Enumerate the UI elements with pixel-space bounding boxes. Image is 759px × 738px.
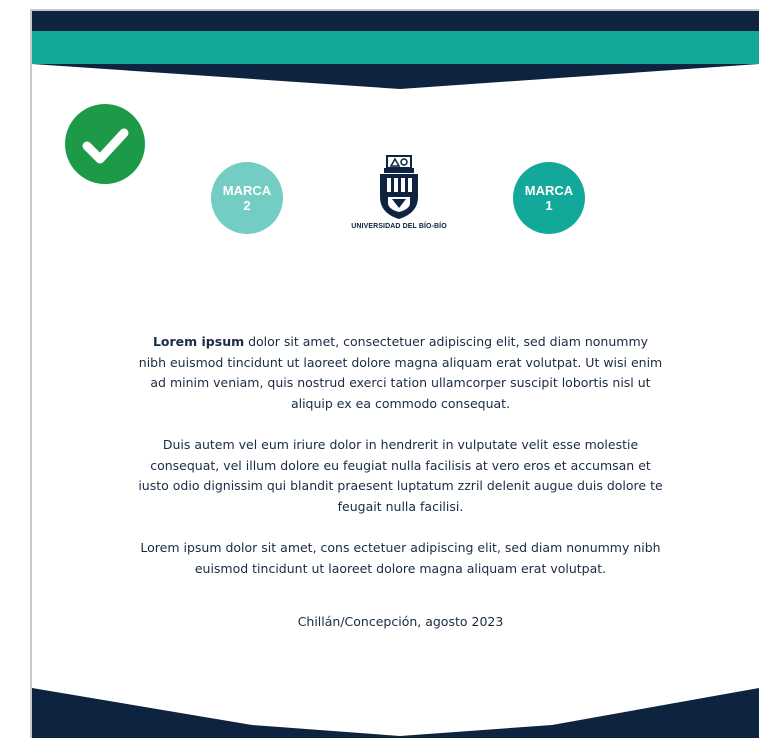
university-shield-icon — [380, 155, 418, 219]
header-banner — [32, 11, 759, 91]
paragraph-2: Duis autem vel eum iriure dolor in hendr… — [138, 437, 663, 514]
paragraph-3: Lorem ipsum dolor sit amet, cons ectetue… — [140, 540, 661, 576]
header-teal-band — [32, 31, 759, 64]
brand-1-word: MARCA — [524, 183, 574, 198]
place-date: Chillán/Concepción, agosto 2023 — [297, 614, 504, 629]
checkmark-icon — [82, 128, 129, 164]
brand-1-circle: MARCA 1 — [513, 162, 585, 234]
footer-banner — [32, 688, 759, 738]
brand-2-number: 2 — [243, 198, 251, 213]
university-name: UNIVERSIDAD DEL BÍO-BÍO — [351, 223, 447, 230]
brand-1-number: 1 — [545, 198, 553, 213]
paragraph-1: Lorem ipsum dolor sit amet, consectetuer… — [138, 332, 663, 414]
body-text: Lorem ipsum dolor sit amet, consectetuer… — [138, 332, 663, 600]
footer-navy-band — [32, 688, 759, 738]
brand-2-word: MARCA — [222, 183, 272, 198]
paragraph-1-lead: Lorem ipsum — [152, 334, 245, 349]
approved-badge — [65, 104, 145, 184]
university-logo: UNIVERSIDAD DEL BÍO-BÍO — [336, 155, 462, 235]
brand-2-circle: MARCA 2 — [211, 162, 283, 234]
